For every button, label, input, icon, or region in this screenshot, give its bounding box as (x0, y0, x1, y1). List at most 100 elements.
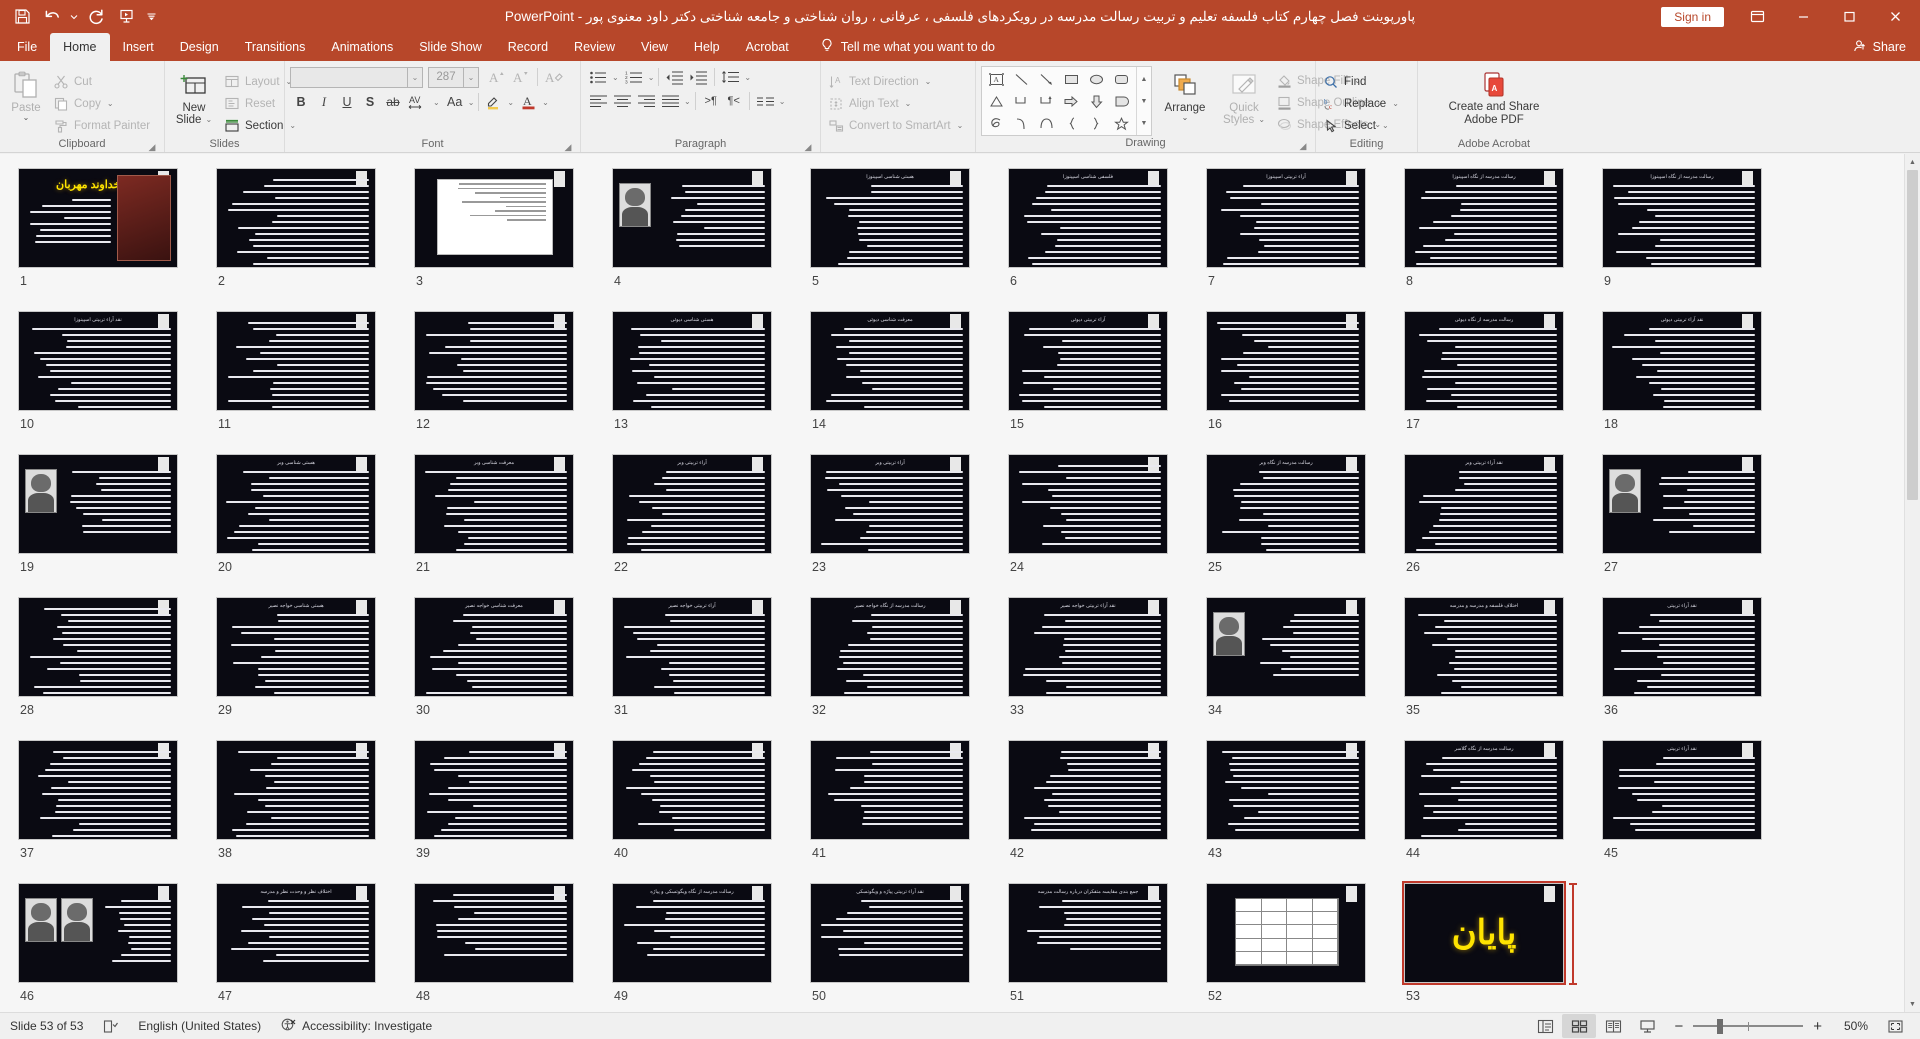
font-color-caret-icon[interactable]: ⌄ (542, 98, 549, 107)
paste-button[interactable]: Paste ⌄ (3, 67, 49, 122)
shape-right-arrow-icon[interactable] (1059, 90, 1084, 112)
slide-thumbnail[interactable]: اختلاف فلسفه و مدرسه و مدرسه (1404, 597, 1564, 697)
clear-all-formatting-button[interactable]: A (543, 66, 566, 88)
tab-design[interactable]: Design (167, 33, 232, 61)
tell-me-search[interactable]: Tell me what you want to do (810, 33, 1005, 61)
slide-sorter-view-button[interactable] (1562, 1014, 1597, 1038)
share-button[interactable]: Share (1839, 33, 1920, 61)
zoom-slider[interactable] (1693, 1018, 1804, 1034)
slide-thumbnail[interactable] (216, 168, 376, 268)
align-center-button[interactable] (611, 90, 634, 112)
zoom-percentage[interactable]: 50% (1832, 1019, 1868, 1033)
slide-thumbnail[interactable] (1206, 311, 1366, 411)
slide-thumbnail[interactable] (612, 740, 772, 840)
shape-arc-icon[interactable] (1034, 112, 1059, 134)
tab-home[interactable]: Home (50, 33, 110, 61)
change-case-button[interactable]: Aa (444, 91, 466, 113)
format-painter-button[interactable]: Format Painter (49, 115, 156, 136)
reading-view-button[interactable] (1596, 1014, 1630, 1038)
tab-transitions[interactable]: Transitions (232, 33, 319, 61)
replace-button[interactable]: bc Replace ⌄ (1319, 93, 1405, 114)
line-spacing-caret-icon[interactable]: ⌄ (744, 73, 751, 82)
fit-to-window-button[interactable] (1878, 1014, 1912, 1038)
shape-triangle-icon[interactable] (984, 90, 1009, 112)
shape-oval-icon[interactable] (1084, 68, 1109, 90)
arrange-caret-icon[interactable]: ⌄ (1182, 114, 1189, 122)
language-indicator[interactable]: English (United States) (128, 1013, 271, 1039)
clipboard-dialog-launcher-icon[interactable]: ◢ (147, 140, 157, 152)
slide-thumbnail[interactable] (414, 740, 574, 840)
cut-button[interactable]: Cut (49, 71, 156, 92)
quick-styles-caret-icon[interactable]: ⌄ (1258, 114, 1265, 126)
select-button[interactable]: Select ⌄ (1319, 115, 1405, 136)
slide-thumbnail[interactable] (18, 454, 178, 554)
slide-thumbnail[interactable]: آراء تربیتی دیوئی (1008, 311, 1168, 411)
justify-caret-icon[interactable]: ⌄ (684, 97, 691, 106)
slide-thumbnail[interactable]: نقد آراء تربیتی (1602, 597, 1762, 697)
numbering-button[interactable]: 123 (623, 66, 646, 88)
slide-thumbnail[interactable]: هستی شناسی اسپینوزا (810, 168, 970, 268)
font-size-dropdown-icon[interactable]: ⌄ (464, 66, 479, 88)
slide-thumbnail[interactable]: معرفت شناسی وبر (414, 454, 574, 554)
highlight-color-caret-icon[interactable]: ⌄ (507, 98, 514, 107)
accessibility-status[interactable]: Accessibility: Investigate (271, 1013, 442, 1039)
slide-thumbnail[interactable]: آراء تربیتی خواجه نصیر (612, 597, 772, 697)
create-and-share-adobe-pdf-button[interactable]: A Create and Share Adobe PDF (1424, 67, 1564, 127)
slide-thumbnail[interactable]: رسالت مدرسه از نگاه گلاسر (1404, 740, 1564, 840)
zoom-handle[interactable] (1717, 1018, 1724, 1034)
tab-view[interactable]: View (628, 33, 681, 61)
slide-thumbnail[interactable] (612, 168, 772, 268)
slide-thumbnail[interactable]: اختلاف نظر و وحدت نظر و مدرسه (216, 883, 376, 983)
arrange-button[interactable]: Arrange ⌄ (1154, 64, 1216, 122)
shape-textbox-icon[interactable]: A (984, 68, 1009, 90)
zoom-in-button[interactable]: + (1813, 1018, 1822, 1035)
slide-thumbnail[interactable] (414, 311, 574, 411)
font-dialog-launcher-icon[interactable]: ◢ (563, 140, 573, 152)
tab-animations[interactable]: Animations (318, 33, 406, 61)
font-color-button[interactable]: A (518, 91, 540, 113)
slide-thumbnail[interactable] (1206, 883, 1366, 983)
redo-icon[interactable] (82, 4, 110, 30)
slide-thumbnail[interactable]: رسالت مدرسه از نگاه خواجه نصیر (810, 597, 970, 697)
slide-sorter-scrollbar[interactable]: ▲ ▼ (1904, 154, 1920, 1012)
tab-review[interactable]: Review (561, 33, 628, 61)
save-icon[interactable] (8, 4, 36, 30)
ribbon-display-options-icon[interactable] (1734, 0, 1780, 33)
slide-thumbnail[interactable] (18, 740, 178, 840)
tab-help[interactable]: Help (681, 33, 733, 61)
tab-slide-show[interactable]: Slide Show (406, 33, 495, 61)
slide-thumbnail[interactable]: رسالت مدرسه از نگاه وبر (1206, 454, 1366, 554)
columns-caret-icon[interactable]: ⌄ (779, 97, 786, 106)
slide-thumbnail[interactable]: نقد آراء تربیتی اسپینوزا (18, 311, 178, 411)
animation-tag-icon[interactable] (554, 171, 565, 187)
change-case-caret-icon[interactable]: ⌄ (468, 98, 475, 107)
increase-font-size-button[interactable]: A (486, 66, 508, 88)
slide-thumbnail[interactable]: رسالت مدرسه از نگاه ویگوتسکی و پیاژه (612, 883, 772, 983)
slide-thumbnail[interactable]: رسالت مدرسه از نگاه اسپینوزا (1602, 168, 1762, 268)
shapes-scroll-up-icon[interactable]: ▲ (1141, 69, 1148, 89)
undo-icon[interactable] (38, 4, 66, 30)
shapes-scroll-down-icon[interactable]: ▼ (1141, 91, 1148, 111)
normal-view-button[interactable] (1528, 1014, 1562, 1038)
paste-caret-icon[interactable]: ⌄ (23, 114, 30, 122)
font-size-input[interactable]: 287 (428, 66, 464, 88)
slide-thumbnail[interactable] (216, 740, 376, 840)
shape-curve-icon[interactable] (1009, 112, 1034, 134)
slide-thumbnail[interactable] (216, 311, 376, 411)
sign-in-button[interactable]: Sign in (1661, 6, 1724, 27)
slide-thumbnail[interactable]: آراء تربیتی اسپینوزا (1206, 168, 1366, 268)
align-text-caret-icon[interactable]: ⌄ (905, 99, 912, 108)
slide-thumbnail[interactable]: نقد آراء تربیتی دیوئی (1602, 311, 1762, 411)
slide-thumbnail[interactable]: نقد آراء تربیتی وبر (1404, 454, 1564, 554)
slide-thumbnail[interactable]: نقد آراء تربیتی (1602, 740, 1762, 840)
slide-thumbnail[interactable] (1008, 454, 1168, 554)
shape-arrow-icon[interactable] (1034, 68, 1059, 90)
slide-thumbnail[interactable]: نقد آراء تربیتی خواجه نصیر (1008, 597, 1168, 697)
find-button[interactable]: Find (1319, 71, 1405, 92)
slide-thumbnail[interactable]: بنام خداوند مهربان (18, 168, 178, 268)
columns-button[interactable] (754, 90, 777, 112)
shapes-more-icon[interactable]: ▼ (1141, 113, 1148, 133)
align-text-button[interactable]: Align Text ⌄ (824, 93, 969, 114)
left-to-right-button[interactable]: >¶ (700, 90, 722, 112)
slide-thumbnail[interactable] (1602, 454, 1762, 554)
